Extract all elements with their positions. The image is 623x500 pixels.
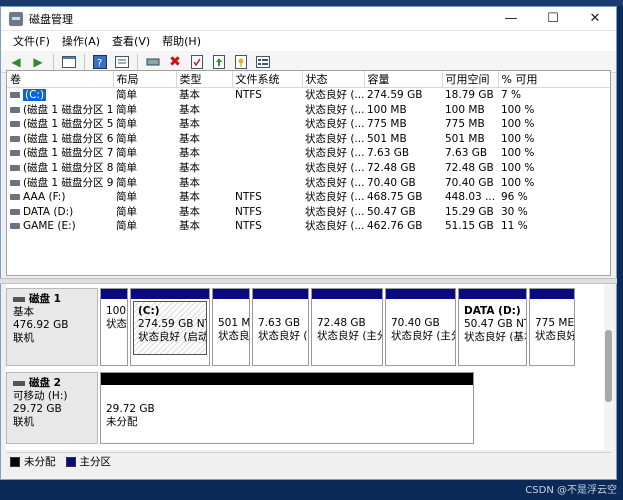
watermark: CSDN @不是浮云空 bbox=[525, 485, 617, 496]
minimize-button[interactable]: — bbox=[490, 7, 532, 31]
disk-2-label[interactable]: 磁盘 2 可移动 (H:) 29.72 GB 联机 bbox=[6, 372, 98, 444]
settings-list-icon[interactable] bbox=[254, 53, 272, 71]
menu-action[interactable]: 操作(A) bbox=[56, 33, 106, 49]
menu-bar: 文件(F) 操作(A) 查看(V) 帮助(H) bbox=[1, 31, 616, 51]
column-header-percent-free[interactable]: % 可用 bbox=[498, 71, 610, 88]
table-row[interactable]: (磁盘 1 磁盘分区 1) 简单 基本 状态良好 (... 100 MB 100 MB 1… bbox=[7, 103, 610, 118]
table-row[interactable]: (C:) 简单 基本 NTFS 状态良好 (... 274.59 GB 18.79 GB 7… bbox=[7, 88, 610, 103]
toolbar-separator bbox=[53, 53, 54, 70]
title-bar: 磁盘管理 — ☐ ✕ bbox=[1, 7, 616, 31]
disk-1-label[interactable]: 磁盘 1 基本 476.92 GB 联机 bbox=[6, 288, 98, 366]
menu-help[interactable]: 帮助(H) bbox=[156, 33, 207, 49]
disk-management-icon bbox=[9, 11, 23, 26]
properties-icon[interactable] bbox=[113, 53, 131, 71]
volume-icon bbox=[10, 208, 20, 215]
legend-primary: 主分区 bbox=[65, 454, 111, 469]
unallocated-partition[interactable]: 29.72 GB 未分配 bbox=[100, 372, 474, 444]
volume-icon bbox=[10, 194, 20, 201]
legend-unallocated: 未分配 bbox=[10, 454, 56, 469]
partition-block[interactable]: 72.48 GB 状态良好 (主分 bbox=[311, 288, 383, 366]
table-row[interactable]: AAA (F:) 简单 基本 NTFS 状态良好 (... 468.75 GB 448.0… bbox=[7, 190, 610, 205]
graph-scrollbar[interactable] bbox=[604, 284, 613, 450]
disk-2-row: 磁盘 2 可移动 (H:) 29.72 GB 联机 29.72 GB 未分配 bbox=[6, 372, 476, 444]
partition-c[interactable]: (C:)274.59 GB NTF状态良好 (启动, bbox=[130, 288, 210, 366]
table-row[interactable]: DATA (D:) 简单 基本 NTFS 状态良好 (... 50.47 GB 15.29… bbox=[7, 205, 610, 220]
check-icon[interactable] bbox=[188, 53, 206, 71]
table-row[interactable]: (磁盘 1 磁盘分区 7) 简单 基本 状态良好 (... 7.63 GB 7.63 G… bbox=[7, 146, 610, 161]
column-header-layout[interactable]: 布局 bbox=[113, 71, 177, 88]
volume-icon bbox=[10, 164, 20, 171]
forward-arrow-icon[interactable]: ▶ bbox=[29, 53, 47, 71]
disk-1-row: 磁盘 1 基本 476.92 GB 联机 100 状态 (C:) 274.59 GB… bbox=[6, 288, 577, 366]
table-row[interactable]: (磁盘 1 磁盘分区 6) 简单 基本 状态良好 (... 501 MB 501 MB 1… bbox=[7, 132, 610, 147]
column-header-status[interactable]: 状态 bbox=[302, 71, 365, 88]
toolbar-separator bbox=[84, 53, 85, 70]
up-arrow-icon[interactable] bbox=[210, 53, 228, 71]
column-header-capacity[interactable]: 容量 bbox=[364, 71, 443, 88]
volume-icon bbox=[10, 92, 20, 98]
column-header-free-space[interactable]: 可用空间 bbox=[442, 71, 499, 88]
table-row[interactable]: (磁盘 1 磁盘分区 5) 简单 基本 状态良好 (... 775 MB 775 MB 1… bbox=[7, 117, 610, 132]
help-icon[interactable]: ? bbox=[91, 53, 109, 71]
volume-icon bbox=[10, 150, 20, 157]
column-header-type[interactable]: 类型 bbox=[176, 71, 233, 88]
partition-block[interactable]: 775 ME 状态良好 bbox=[529, 288, 575, 366]
delete-icon[interactable]: ✖ bbox=[166, 53, 184, 71]
volume-icon bbox=[10, 179, 20, 186]
primary-swatch bbox=[65, 456, 76, 467]
volume-list[interactable]: 卷 布局 类型 文件系统 状态 容量 可用空间 % 可用 (C:) 简单 基本 NT… bbox=[6, 70, 611, 276]
menu-file[interactable]: 文件(F) bbox=[7, 33, 56, 49]
unallocated-swatch bbox=[10, 456, 20, 467]
scrollbar-thumb[interactable] bbox=[605, 330, 612, 402]
disk-graphical-view: 磁盘 1 基本 476.92 GB 联机 100 状态 (C:) 274.59 GB… bbox=[6, 284, 604, 450]
partition-d[interactable]: DATA (D:)50.47 GB NT状态良好 (基本 bbox=[458, 288, 527, 366]
column-header-volume[interactable]: 卷 bbox=[7, 71, 114, 88]
svg-text:?: ? bbox=[97, 58, 102, 69]
toolbar-separator bbox=[137, 53, 138, 70]
volume-icon bbox=[10, 121, 20, 128]
table-row[interactable]: (磁盘 1 磁盘分区 8) 简单 基本 状态良好 (... 72.48 GB 72.48… bbox=[7, 161, 610, 176]
console-tree-icon[interactable] bbox=[60, 53, 78, 71]
table-row[interactable]: GAME (E:) 简单 基本 NTFS 状态良好 (... 462.76 GB 51.1… bbox=[7, 219, 610, 234]
column-header-filesystem[interactable]: 文件系统 bbox=[232, 71, 303, 88]
volume-list-header: 卷 布局 类型 文件系统 状态 容量 可用空间 % 可用 bbox=[7, 71, 610, 88]
disk-icon bbox=[13, 381, 25, 386]
maximize-button[interactable]: ☐ bbox=[532, 7, 574, 31]
volume-icon bbox=[10, 106, 20, 113]
disk-icon bbox=[13, 297, 25, 302]
partition-block[interactable]: 100 状态 bbox=[100, 288, 128, 366]
back-arrow-icon[interactable]: ◀ bbox=[7, 53, 25, 71]
volume-icon bbox=[10, 223, 20, 230]
table-row[interactable]: (磁盘 1 磁盘分区 9) 简单 基本 状态良好 (... 70.40 GB 70.40… bbox=[7, 176, 610, 191]
folder-key-icon[interactable] bbox=[232, 53, 250, 71]
menu-view[interactable]: 查看(V) bbox=[106, 33, 156, 49]
connect-icon[interactable] bbox=[144, 53, 162, 71]
partition-block[interactable]: 70.40 GB 状态良好 (主分 bbox=[385, 288, 456, 366]
legend: 未分配 主分区 bbox=[6, 452, 611, 470]
partition-block[interactable]: 501 M 状态良 bbox=[212, 288, 250, 366]
partition-block[interactable]: 7.63 GB 状态良好 ( bbox=[252, 288, 309, 366]
volume-icon bbox=[10, 135, 20, 142]
window-title: 磁盘管理 bbox=[29, 12, 73, 26]
close-button[interactable]: ✕ bbox=[574, 7, 616, 31]
